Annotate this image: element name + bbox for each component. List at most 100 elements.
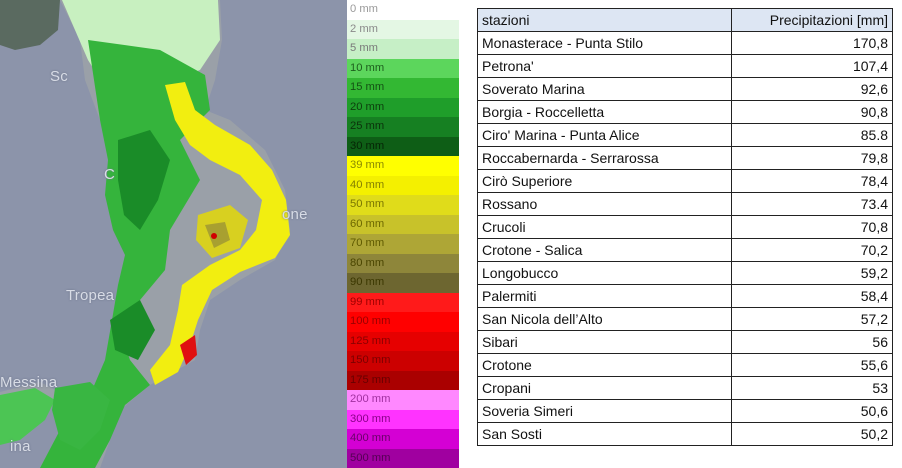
legend-label: 80 mm (350, 256, 385, 269)
legend-label: 150 mm (350, 354, 391, 367)
legend-label: 125 mm (350, 334, 391, 347)
table-row: Crotone - Salica 70,2 (477, 238, 893, 262)
precipitation-value-cell: 70,8 (731, 215, 893, 239)
table-row: Soveria Simeri 50,6 (477, 399, 893, 423)
station-name-cell: Monasterace - Punta Stilo (477, 31, 732, 55)
legend-item: 5 mm (347, 39, 459, 59)
legend-label: 100 mm (350, 315, 391, 328)
legend-label: 200 mm (350, 393, 391, 406)
legend-label: 60 mm (350, 217, 385, 230)
legend-item: 39 mm (347, 156, 459, 176)
station-name-cell: Rossano (477, 192, 732, 216)
table-row: Sibari 56 (477, 330, 893, 354)
legend-item: 175 mm (347, 370, 459, 390)
precipitation-value-cell: 78,4 (731, 169, 893, 193)
legend-label: 99 mm (350, 295, 385, 308)
legend-label: 20 mm (350, 100, 385, 113)
legend-item: 80 mm (347, 253, 459, 273)
legend-label: 40 mm (350, 178, 385, 191)
legend-label: 175 mm (350, 373, 391, 386)
station-name-cell: Roccabernarda - Serrarossa (477, 146, 732, 170)
station-name-cell: Petrona' (477, 54, 732, 78)
legend-item: 500 mm (347, 448, 459, 468)
precipitation-map: Sc C one Tropea Messina ina (0, 0, 348, 468)
legend-item: 15 mm (347, 78, 459, 98)
legend-item: 70 mm (347, 234, 459, 254)
table-row: Crucoli 70,8 (477, 215, 893, 239)
table-row: San Nicola dell’Alto 57,2 (477, 307, 893, 331)
stations-table-container: stazioni Precipitazioni [mm] Monasterace… (477, 8, 893, 446)
precipitation-value-cell: 170,8 (731, 31, 893, 55)
legend-item: 60 mm (347, 214, 459, 234)
station-name-cell: Cropani (477, 376, 732, 400)
legend-label: 39 mm (350, 159, 385, 172)
table-row: Monasterace - Punta Stilo 170,8 (477, 31, 893, 55)
header-precipitation: Precipitazioni [mm] (731, 8, 893, 32)
precipitation-value-cell: 53 (731, 376, 893, 400)
precipitation-value-cell: 92,6 (731, 77, 893, 101)
station-name-cell: Longobucco (477, 261, 732, 285)
precipitation-value-cell: 73.4 (731, 192, 893, 216)
table-body: Monasterace - Punta Stilo 170,8 Petrona' 10… (477, 31, 893, 446)
extreme-rain-dot (211, 233, 217, 239)
header-station: stazioni (477, 8, 732, 32)
legend-item: 125 mm (347, 331, 459, 351)
legend-item: 40 mm (347, 175, 459, 195)
table-row: Crotone 55,6 (477, 353, 893, 377)
legend-item: 50 mm (347, 195, 459, 215)
precipitation-value-cell: 79,8 (731, 146, 893, 170)
station-name-cell: San Nicola dell’Alto (477, 307, 732, 331)
table-row: Roccabernarda - Serrarossa 79,8 (477, 146, 893, 170)
station-name-cell: Ciro' Marina - Punta Alice (477, 123, 732, 147)
station-name-cell: Soverato Marina (477, 77, 732, 101)
table-row: Borgia - Roccelletta 90,8 (477, 100, 893, 124)
precipitation-value-cell: 56 (731, 330, 893, 354)
legend-label: 15 mm (350, 81, 385, 94)
table-row: San Sosti 50,2 (477, 422, 893, 446)
table-header-row: stazioni Precipitazioni [mm] (477, 8, 893, 32)
legend-item: 30 mm (347, 136, 459, 156)
precipitation-legend: 0 mm 2 mm 5 mm 10 mm 15 mm 20 mm 25 mm 30 mm 39 … (347, 0, 459, 468)
place-label-catania: ina (10, 438, 31, 455)
precipitation-value-cell: 85.8 (731, 123, 893, 147)
station-name-cell: Crotone (477, 353, 732, 377)
legend-label: 50 mm (350, 198, 385, 211)
table-row: Palermiti 58,4 (477, 284, 893, 308)
legend-item: 300 mm (347, 409, 459, 429)
legend-item: 20 mm (347, 97, 459, 117)
legend-item: 400 mm (347, 429, 459, 449)
legend-label: 30 mm (350, 139, 385, 152)
precipitation-value-cell: 107,4 (731, 54, 893, 78)
place-label-tropea: Tropea (66, 287, 115, 304)
precipitation-value-cell: 57,2 (731, 307, 893, 331)
station-name-cell: Palermiti (477, 284, 732, 308)
station-name-cell: Cirò Superiore (477, 169, 732, 193)
place-label-crotone: one (282, 206, 308, 223)
legend-item: 150 mm (347, 351, 459, 371)
precipitation-value-cell: 50,2 (731, 422, 893, 446)
legend-item: 10 mm (347, 58, 459, 78)
legend-item: 100 mm (347, 312, 459, 332)
station-name-cell: Soveria Simeri (477, 399, 732, 423)
legend-label: 5 mm (350, 42, 378, 55)
legend-item: 25 mm (347, 117, 459, 137)
table-row: Rossano 73.4 (477, 192, 893, 216)
precipitation-value-cell: 50,6 (731, 399, 893, 423)
table-row: Petrona' 107,4 (477, 54, 893, 78)
place-label-messina: Messina (0, 374, 58, 391)
legend-item: 90 mm (347, 273, 459, 293)
precipitation-value-cell: 58,4 (731, 284, 893, 308)
precipitation-value-cell: 90,8 (731, 100, 893, 124)
station-name-cell: San Sosti (477, 422, 732, 446)
legend-item: 2 mm (347, 19, 459, 39)
station-name-cell: Crucoli (477, 215, 732, 239)
precipitation-value-cell: 70,2 (731, 238, 893, 262)
legend-label: 90 mm (350, 276, 385, 289)
place-label-scalea: Sc (50, 68, 68, 85)
legend-item: 200 mm (347, 390, 459, 410)
precipitation-value-cell: 59,2 (731, 261, 893, 285)
legend-label: 70 mm (350, 237, 385, 250)
legend-label: 300 mm (350, 412, 391, 425)
stations-table: stazioni Precipitazioni [mm] Monasterace… (477, 8, 893, 446)
table-row: Soverato Marina 92,6 (477, 77, 893, 101)
